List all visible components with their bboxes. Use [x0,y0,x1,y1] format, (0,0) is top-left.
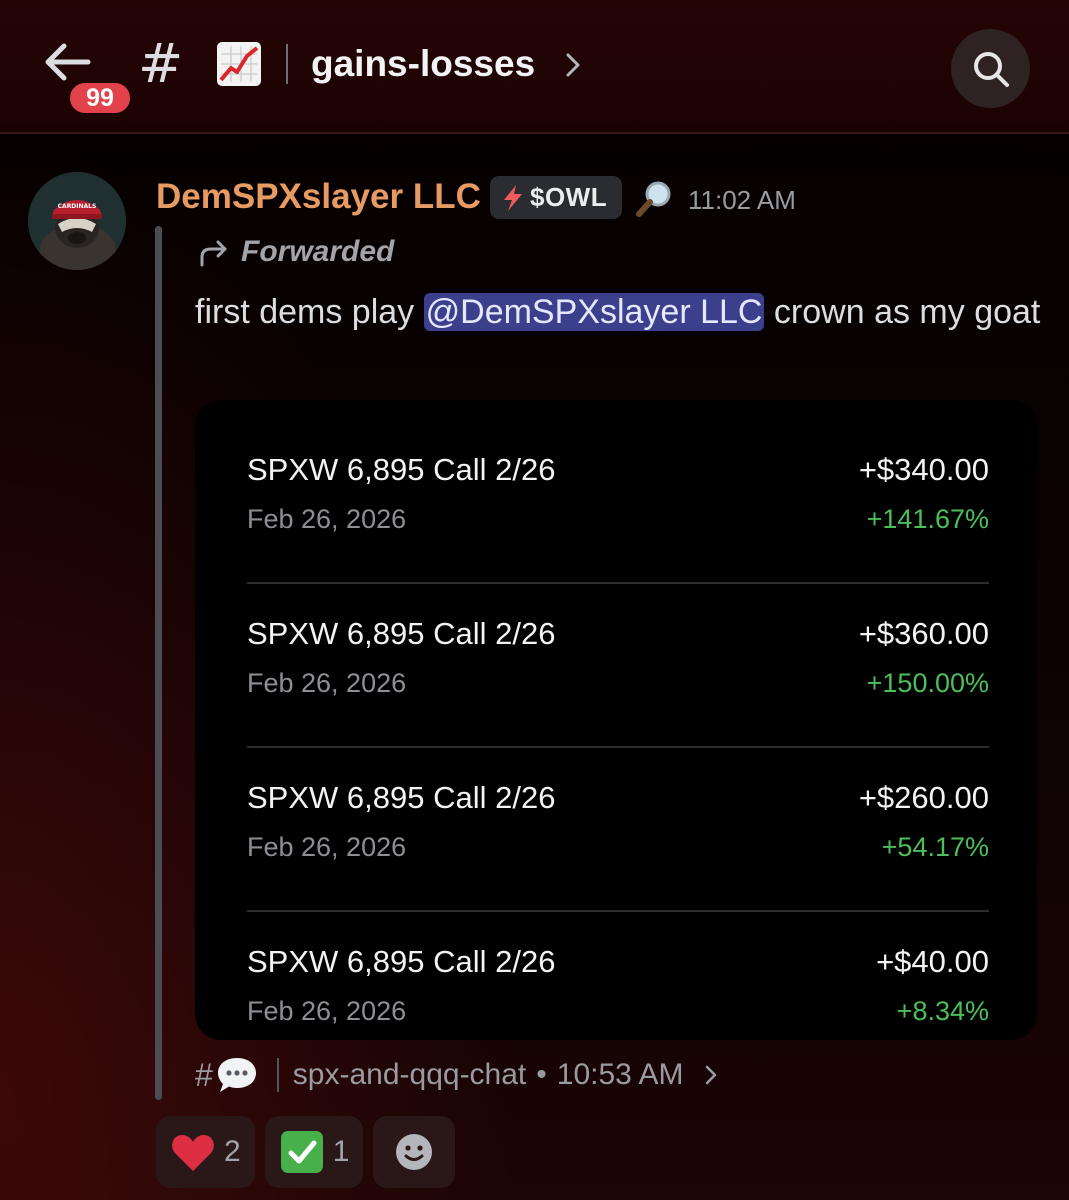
smiley-face-icon [396,1134,433,1170]
trade-date: Feb 26, 2026 [247,504,407,534]
trade-amount: +$360.00 [858,616,989,651]
source-divider [276,1058,279,1092]
chart-increasing-icon [217,42,261,86]
trade-amount: +$40.00 [876,944,989,979]
trade-row[interactable]: SPXW 6,895 Call 2/26 Feb 26, 2026 +$340.… [247,420,989,584]
forward-source-link[interactable]: # spx-and-qqq-chat • 10:53 AM [195,1052,718,1098]
message-timestamp: 11:02 AM [688,185,796,215]
chevron-right-icon [705,1065,716,1085]
message-text-part: crown as my goat [764,293,1041,331]
server-tag-label: $OWL [530,182,608,212]
forward-quote-bar [155,226,162,1100]
message-text-part: first dems play [195,293,424,331]
lightning-icon [504,184,522,211]
search-icon [974,52,1009,87]
reactions-bar: 2 1 [156,1116,456,1188]
forwarded-label: Forwarded [241,235,395,268]
reaction-check[interactable]: 1 [264,1116,364,1188]
magnifying-glass-icon [636,181,671,217]
trade-amount: +$260.00 [858,780,989,815]
back-arrow-icon [45,43,91,81]
reaction-heart[interactable]: 2 [156,1116,255,1188]
trade-date: Feb 26, 2026 [247,668,407,698]
message-text: first dems play @DemSPXslayer LLC crown … [195,287,1045,337]
search-button[interactable] [951,29,1030,108]
speech-bubble-icon [217,1058,256,1092]
forwarded-indicator: Forwarded [197,232,394,272]
channel-hash-icon: # [138,32,184,95]
trade-percent: +141.67% [866,504,989,534]
avatar[interactable]: CARDINALS [28,172,126,270]
source-channel: spx-and-qqq-chat [292,1058,527,1091]
reaction-count: 1 [332,1135,350,1168]
channel-name[interactable]: gains-losses [311,40,535,88]
message-author[interactable]: DemSPXslayer LLC [156,175,481,219]
trade-row[interactable]: SPXW 6,895 Call 2/26 Feb 26, 2026 +$260.… [247,748,989,912]
chevron-right-icon[interactable] [565,52,581,78]
reaction-count: 2 [224,1135,241,1168]
trade-percent: +8.34% [896,996,989,1026]
trade-title: SPXW 6,895 Call 2/26 [247,616,556,651]
trade-title: SPXW 6,895 Call 2/26 [247,452,556,487]
user-mention[interactable]: @DemSPXslayer LLC [423,293,765,331]
trade-row[interactable]: SPXW 6,895 Call 2/26 Feb 26, 2026 +$360.… [247,584,989,748]
check-mark-icon [280,1131,323,1173]
heart-icon [172,1135,214,1171]
trade-percent: +54.17% [881,832,989,862]
forward-arrow-icon [200,240,227,267]
trades-embed[interactable]: SPXW 6,895 Call 2/26 Feb 26, 2026 +$340.… [195,400,1037,1040]
svg-text:CARDINALS: CARDINALS [58,203,97,210]
header-divider [286,44,288,84]
honey-badger-avatar-icon: CARDINALS [28,172,126,270]
add-reaction-button[interactable] [373,1116,456,1188]
trade-amount: +$340.00 [858,452,989,487]
trade-date: Feb 26, 2026 [247,996,407,1026]
trade-title: SPXW 6,895 Call 2/26 [247,780,556,815]
trade-date: Feb 26, 2026 [247,832,407,862]
channel-header: 99 # gains-losses [0,0,1069,134]
source-time: 10:53 AM [556,1058,684,1091]
source-separator-dot: • [536,1058,547,1091]
source-hash-icon: # [195,1056,213,1093]
trade-title: SPXW 6,895 Call 2/26 [247,944,556,979]
app-screen: 99 # gains-losses CARDINALS DemSPXslayer… [0,0,1069,1200]
unread-badge: 99 [66,79,134,117]
server-tag[interactable]: $OWL [490,176,622,219]
trade-percent: +150.00% [866,668,989,698]
